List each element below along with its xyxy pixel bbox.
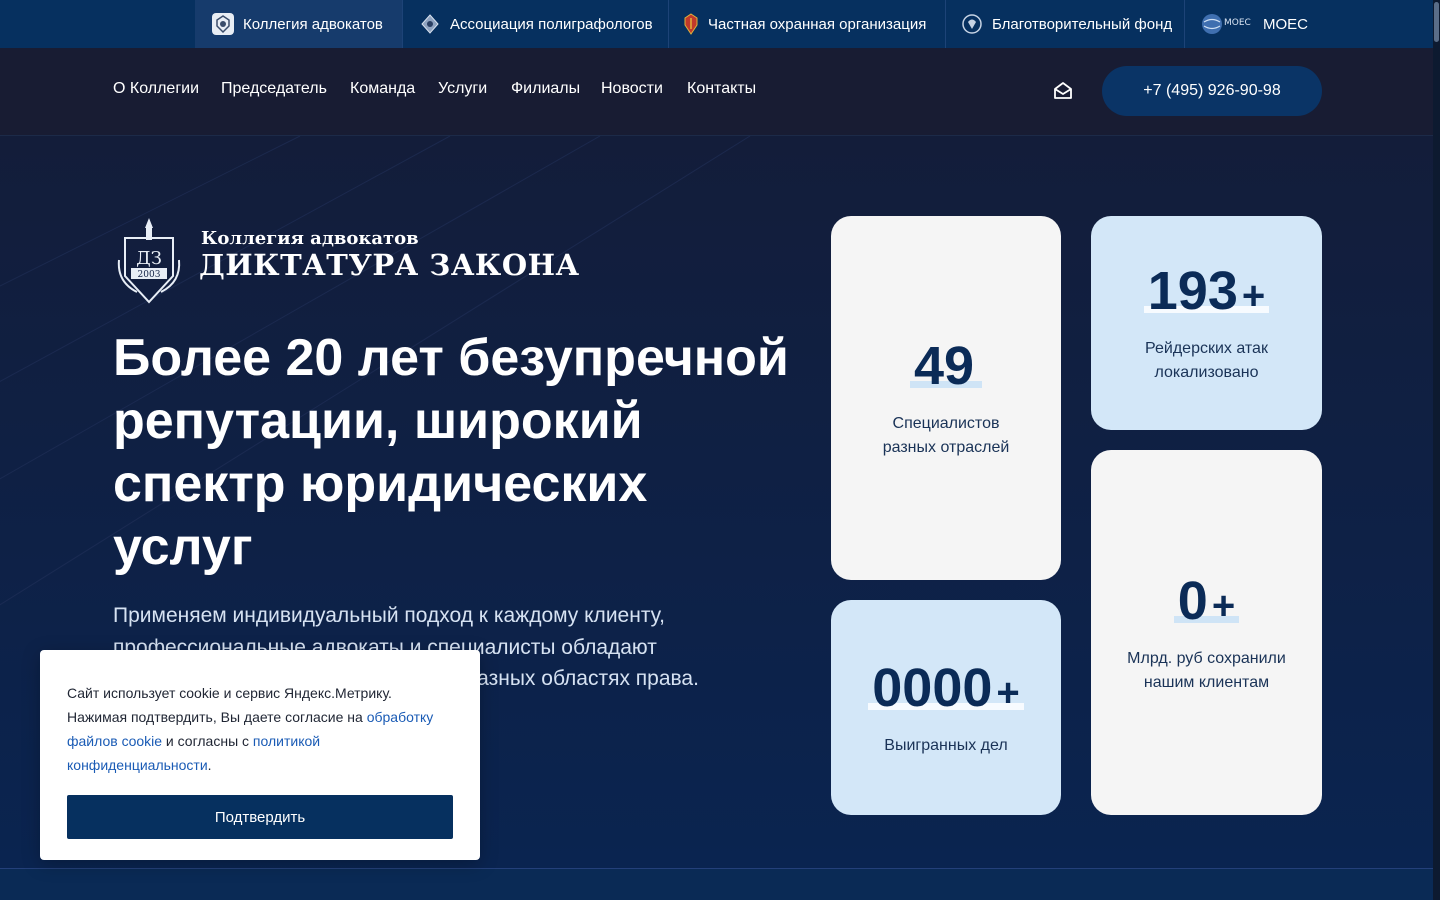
org-tab-college[interactable]: Коллегия адвокатов (195, 0, 403, 48)
confirm-cookie-button[interactable]: Подтвердить (67, 795, 453, 839)
charity-fund-icon (961, 13, 983, 35)
scrollbar-thumb[interactable] (1434, 2, 1439, 42)
nav-link-team[interactable]: Команда (350, 80, 415, 98)
org-tab-label: МОЕС (1263, 15, 1308, 33)
stat-card-raider-attacks: 193 + Рейдерских атак локализовано (1091, 216, 1322, 430)
security-organization-icon (683, 13, 699, 35)
main-navigation: О Коллегии Председатель Команда Услуги Ф… (0, 48, 1440, 136)
hero-bottom-strip (0, 868, 1440, 900)
stat-label: Рейдерских атак локализовано (1145, 340, 1268, 381)
college-emblem-icon (212, 13, 234, 35)
org-tab-label: Коллегия адвокатов (243, 15, 383, 33)
svg-text:2003: 2003 (138, 270, 161, 280)
stat-label: Млрд. руб сохранили нашим клиентам (1127, 649, 1286, 691)
org-tab-security[interactable]: Частная охранная организация (669, 0, 946, 48)
nav-link-about[interactable]: О Коллегии (113, 80, 199, 98)
hero-headline: Более 20 лет безупречной репутации, широ… (113, 329, 789, 576)
stat-card-billions-saved: 0 + Млрд. руб сохранили нашим клиентам (1091, 450, 1322, 815)
org-tab-charity[interactable]: Благотворительный фонд (946, 0, 1185, 48)
polygraph-association-icon (419, 13, 441, 35)
org-tab-label: Ассоциация полиграфологов (450, 15, 653, 33)
org-tab-label: Частная охранная организация (708, 15, 927, 33)
organizations-bar: Коллегия адвокатов Ассоциация полиграфол… (0, 0, 1440, 48)
college-logo[interactable]: ДЗ 2003 Коллегия адвокатов ДИКТАТУРА ЗАК… (113, 216, 579, 306)
logo-line-2: ДИКТАТУРА ЗАКОНА (199, 248, 580, 282)
cookie-banner: Сайт использует cookie и сервис Яндекс.М… (40, 650, 480, 860)
page-scrollbar[interactable] (1433, 0, 1440, 900)
svg-text:ДЗ: ДЗ (136, 248, 162, 269)
nav-link-chairman[interactable]: Председатель (221, 80, 327, 98)
svg-text:МОЕС: МОЕС (1224, 18, 1251, 28)
stat-value: 49 (909, 336, 983, 396)
cookie-text: Сайт использует cookie и сервис Яндекс.М… (67, 685, 434, 773)
mail-icon[interactable] (1052, 80, 1074, 102)
org-tab-moes[interactable]: МОЕС МОЕС (1185, 0, 1325, 48)
stat-label: Выигранных дел (884, 736, 1008, 754)
stat-value: 0 + (1173, 571, 1240, 631)
college-emblem-icon: ДЗ 2003 (117, 218, 181, 304)
phone-button[interactable]: +7 (495) 926-90-98 (1102, 66, 1322, 116)
org-tab-polygraph[interactable]: Ассоциация полиграфологов (403, 0, 669, 48)
stat-value: 193 + (1143, 261, 1270, 321)
nav-link-news[interactable]: Новости (601, 80, 663, 98)
stat-value: 0000 + (868, 658, 1024, 718)
org-tab-label: Благотворительный фонд (992, 15, 1173, 33)
logo-line-1: Коллегия адвокатов (201, 228, 419, 249)
moes-logo-icon: МОЕС (1201, 13, 1255, 35)
nav-link-branches[interactable]: Филиалы (511, 80, 580, 98)
nav-link-contacts[interactable]: Контакты (687, 80, 756, 98)
nav-link-services[interactable]: Услуги (438, 80, 487, 98)
stat-card-cases-won: 0000 + Выигранных дел (831, 600, 1061, 815)
stat-card-specialists: 49 Специалистов разных отраслей (831, 216, 1061, 580)
stat-label: Специалистов разных отраслей (882, 415, 1010, 456)
